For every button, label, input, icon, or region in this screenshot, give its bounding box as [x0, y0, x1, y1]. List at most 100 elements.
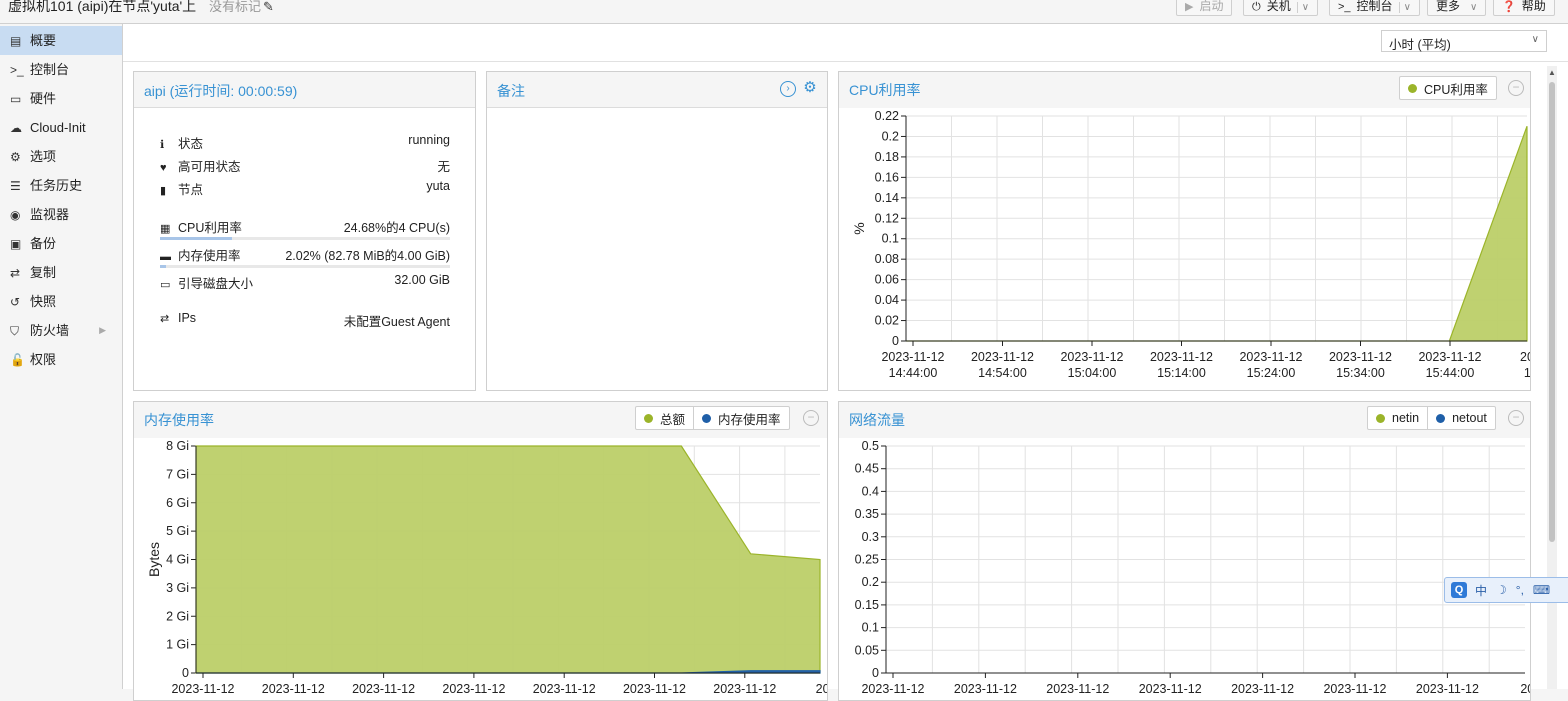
help-button[interactable]: ❓ 帮助 — [1493, 0, 1555, 16]
status-value: 2.02% (82.78 MiB的4.00 GiB) — [285, 249, 450, 263]
pencil-icon[interactable]: ✎ — [263, 0, 274, 14]
legend-item-netout[interactable]: netout — [1427, 407, 1495, 429]
status-label: ▮ 节点 — [160, 179, 203, 198]
sidebar-item-7[interactable]: ▣ 备份 — [0, 229, 122, 258]
terminal-icon: >_ — [10, 63, 24, 77]
y-tick-label: 0.18 — [875, 150, 899, 164]
ime-logo[interactable]: Q — [1451, 582, 1467, 598]
shutdown-button[interactable]: ⏻ 关机 ∨ — [1243, 0, 1319, 16]
y-tick-label: 0.15 — [855, 598, 879, 612]
arrow-right-icon[interactable]: › — [780, 81, 796, 97]
sidebar-item-11[interactable]: 🔓 权限 — [0, 345, 122, 374]
x-tick-label: 2023-11-12 — [1239, 350, 1302, 364]
sidebar-item-label: 快照 — [30, 294, 57, 309]
x-tick-label: 15:34:00 — [1336, 366, 1385, 380]
notes-body[interactable] — [487, 108, 827, 390]
notes-panel-title: 备注 — [497, 83, 525, 99]
legend-dot — [644, 413, 653, 423]
sidebar-item-4[interactable]: ⚙ 选项 — [0, 142, 122, 171]
x-tick-label: 2023-11-12 — [533, 682, 596, 696]
status-value: 32.00 GiB — [394, 273, 450, 287]
memory-icon: ▬ — [160, 251, 171, 263]
x-tick-label: 2023-11-12 — [1418, 350, 1481, 364]
ime-mode[interactable]: 中 — [1475, 582, 1487, 599]
collapse-icon[interactable]: − — [1508, 410, 1524, 426]
sidebar-item-10[interactable]: ⛉ 防火墙 ▶ — [0, 316, 122, 345]
x-tick-label: 2023-11-12 — [954, 682, 1017, 696]
x-tick-label: 2023-11-12 — [1329, 350, 1392, 364]
legend-item-cpu[interactable]: CPU利用率 — [1400, 77, 1496, 99]
legend-item-total[interactable]: 总额 — [636, 407, 693, 429]
x-tick-label: 2023-11-12 — [1046, 682, 1109, 696]
y-tick-label: 8 Gi — [166, 439, 189, 453]
status-value: 24.68%的4 CPU(s) — [343, 221, 450, 235]
x-tick-label: 15:14:00 — [1157, 366, 1206, 380]
console-button[interactable]: >_ 控制台 ∨ — [1329, 0, 1420, 16]
sidebar-item-0[interactable]: ▤ 概要 — [0, 26, 122, 55]
more-button[interactable]: 更多 ∨ — [1427, 0, 1487, 16]
sidebar-item-1[interactable]: >_ 控制台 — [0, 55, 122, 84]
sidebar-item-5[interactable]: ☰ 任务历史 — [0, 171, 122, 200]
gear-icon[interactable]: ⚙ — [802, 80, 818, 97]
sidebar-item-8[interactable]: ⇄ 复制 — [0, 258, 122, 287]
x-tick-label: 2023-11-12 — [861, 682, 924, 696]
x-tick-label: 2023-11-12 — [1139, 682, 1202, 696]
x-tick-label: 2023-11-12 — [1231, 682, 1294, 696]
sidebar-item-6[interactable]: ◉ 监视器 — [0, 200, 122, 229]
shield-icon: ⛉ — [10, 324, 20, 338]
sidebar-item-9[interactable]: ↺ 快照 — [0, 287, 122, 316]
tags-edit[interactable]: 没有标记 ✎ — [209, 0, 274, 15]
memory-chart-legend: 总额 内存使用率 — [635, 406, 790, 430]
chevron-down-icon[interactable]: ∨ — [1398, 2, 1411, 13]
x-tick-label: 2023-11-12 — [623, 682, 686, 696]
cpu-chart-header: CPU利用率 CPU利用率 − — [839, 72, 1530, 108]
keyboard-icon[interactable]: ⌨ — [1533, 583, 1550, 597]
sidebar-item-2[interactable]: ▭ 硬件 — [0, 84, 122, 113]
notes-panel: 备注 › ⚙ — [486, 71, 828, 391]
y-tick-label: 0.05 — [855, 643, 879, 657]
x-tick-label: 2023-11-12 — [713, 682, 776, 696]
moon-icon[interactable]: ☽ — [1496, 583, 1507, 597]
chevron-down-icon[interactable]: ∨ — [1296, 2, 1309, 13]
x-tick-label: 14:54:00 — [978, 366, 1027, 380]
plot-area — [906, 116, 1527, 341]
sidebar-item-label: 复制 — [30, 265, 57, 280]
collapse-icon[interactable]: − — [803, 410, 819, 426]
x-tick-label: 15:24:00 — [1247, 366, 1296, 380]
sidebar-item-label: Cloud-Init — [30, 120, 86, 135]
status-label: ▦ CPU利用率 — [160, 217, 242, 236]
status-label-text: CPU利用率 — [178, 221, 242, 235]
scrollbar-thumb[interactable] — [1549, 82, 1555, 542]
sidebar-item-label: 硬件 — [30, 91, 57, 106]
cpu-chart: 0.22 0.2 0.18 0.16 0.14 0.12 0.1 0.08 0.06 0.04 0.… — [851, 109, 1530, 380]
status-panel: aipi (运行时间: 00:00:59) ℹ 状态 running ♥ 高可用状态 无 ▮… — [133, 71, 476, 391]
x-tick-label: 2023-1 — [816, 682, 828, 696]
punctuation-icon[interactable]: °, — [1516, 583, 1524, 597]
y-tick-label: 7 Gi — [166, 467, 189, 481]
y-tick-label: 0.25 — [855, 553, 879, 567]
status-panel-header: aipi (运行时间: 00:00:59) — [134, 72, 475, 108]
legend-item-netin[interactable]: netin — [1368, 407, 1427, 429]
exchange-icon: ⇄ — [160, 313, 170, 325]
legend-dot — [702, 413, 712, 423]
cpu-chart-legend: CPU利用率 — [1399, 76, 1497, 100]
chevron-down-icon[interactable]: ∨ — [1532, 34, 1539, 45]
legend-dot — [1376, 413, 1385, 423]
x-tick-label: 2023-11-12 — [352, 682, 415, 696]
timeframe-select[interactable]: 小时 (平均) ∨ — [1381, 30, 1547, 52]
memory-chart: 8 Gi 7 Gi 6 Gi 5 Gi 4 Gi 3 Gi 2 Gi 1 Gi 0 2023-11… — [146, 439, 828, 696]
sidebar-item-3[interactable]: ☁ Cloud-Init — [0, 113, 122, 142]
power-icon: ⏻ — [1252, 1, 1261, 13]
legend-item-memory-usage[interactable]: 内存使用率 — [693, 407, 789, 429]
y-tick-label: 0.2 — [862, 575, 879, 589]
play-icon: ▶ — [1185, 1, 1194, 13]
ime-toolbar[interactable]: Q 中 ☽ °, ⌨ — [1444, 577, 1568, 603]
collapse-icon[interactable]: − — [1508, 80, 1524, 96]
sidebar-item-label: 备份 — [30, 236, 57, 251]
y-tick-label: 0 — [872, 666, 879, 680]
x-tick-label: 2023-11-12 — [1060, 350, 1123, 364]
status-value: yuta — [426, 179, 450, 193]
scroll-up-icon[interactable]: ▲ — [1548, 68, 1556, 77]
hdd-icon: ▭ — [160, 279, 171, 291]
start-button[interactable]: ▶ 启动 — [1176, 0, 1233, 16]
